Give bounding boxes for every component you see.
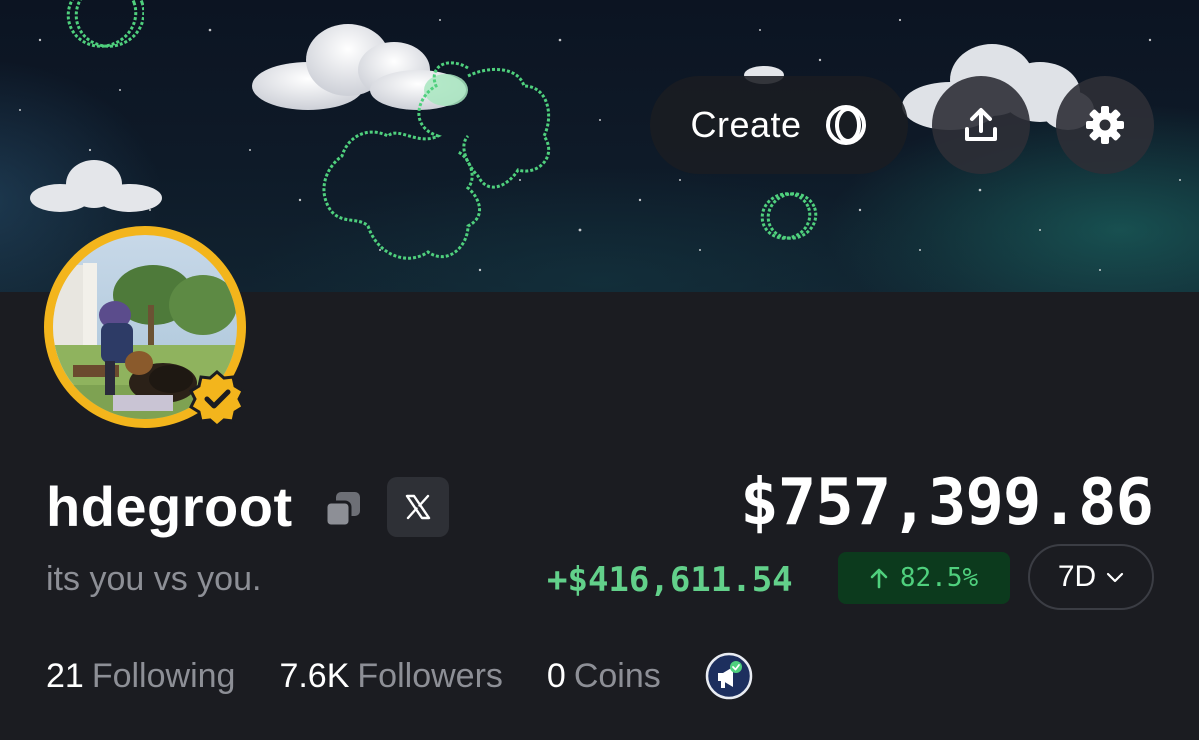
coins-stat[interactable]: 0 Coins (547, 657, 661, 696)
cloud-small-left (30, 160, 162, 212)
pixel-ring-doodle (66, 0, 144, 48)
coins-label: Coins (573, 656, 661, 695)
followers-stat[interactable]: 7.6K Followers (279, 657, 502, 696)
arrow-up-icon (870, 568, 888, 589)
x-profile-link[interactable] (387, 477, 449, 537)
gear-icon (1086, 106, 1124, 144)
pixel-coin-doodle (760, 192, 818, 240)
chevron-down-icon (1107, 572, 1124, 583)
following-count: 21 (46, 656, 84, 695)
pnl-amount: +$416,611.54 (547, 560, 793, 600)
megaphone-badge-icon[interactable] (705, 652, 753, 700)
share-upload-icon (965, 108, 997, 141)
following-label: Following (91, 656, 236, 695)
share-button[interactable] (932, 76, 1030, 174)
settings-button[interactable] (1056, 76, 1154, 174)
pixel-doodle-blob (322, 61, 551, 260)
coin-ring-icon (825, 105, 866, 145)
verified-badge-icon (189, 370, 245, 428)
profile-stats: 21 Following 7.6K Followers 0 Coins (46, 652, 753, 700)
period-value: 7D (1057, 560, 1097, 593)
x-logo-icon (405, 494, 431, 520)
pnl-percent-badge: 82.5% (838, 552, 1010, 604)
coins-count: 0 (546, 656, 566, 695)
followers-count: 7.6K (279, 656, 350, 695)
followers-label: Followers (357, 656, 503, 695)
following-stat[interactable]: 21 Following (46, 657, 235, 696)
profile-bio: its you vs you. (46, 560, 262, 598)
create-button[interactable]: Create (650, 76, 908, 174)
create-button-label: Create (690, 104, 802, 145)
username: hdegroot (46, 475, 293, 538)
copy-icon[interactable] (322, 488, 364, 530)
pnl-percent-value: 82.5% (899, 563, 979, 593)
portfolio-balance: $757,399.86 (740, 466, 1154, 540)
period-dropdown[interactable]: 7D (1028, 544, 1154, 610)
